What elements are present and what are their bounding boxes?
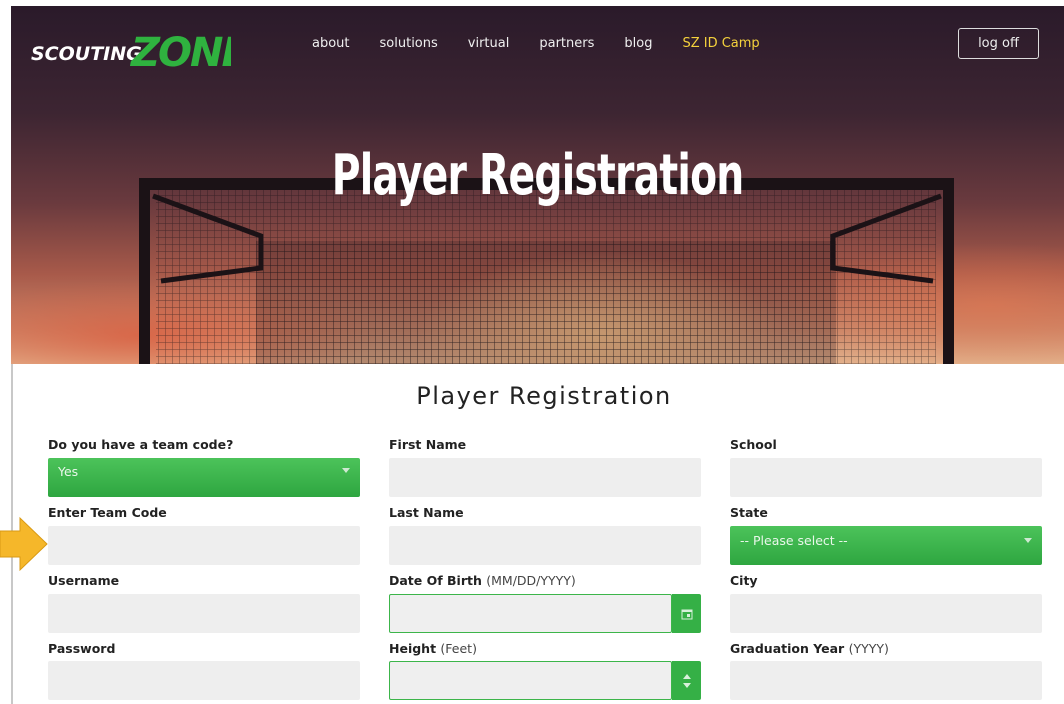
graduation-year-label: Graduation Year (YYYY) [730, 641, 889, 656]
enter-team-code-label: Enter Team Code [48, 505, 167, 520]
date-of-birth-input[interactable] [389, 594, 672, 633]
nav-links: about solutions virtual partners blog SZ… [312, 36, 790, 51]
nav-link-partners[interactable]: partners [539, 36, 594, 51]
calendar-icon [681, 609, 692, 619]
username-input[interactable] [48, 594, 360, 633]
hero-title: Player Registration [331, 143, 745, 208]
height-label-text: Height [389, 641, 437, 656]
log-off-button[interactable]: log off [958, 28, 1039, 59]
school-label: School [730, 437, 777, 452]
height-hint: (Feet) [440, 641, 477, 656]
team-code-select-value: Yes [58, 464, 79, 479]
state-select[interactable]: -- Please select -- [730, 526, 1042, 565]
chevron-up-icon[interactable] [682, 673, 691, 679]
top-navigation: SCOUTING ZONE about solutions virtual pa… [11, 6, 1064, 86]
city-input[interactable] [730, 594, 1042, 633]
team-code-input[interactable] [48, 526, 360, 565]
svg-text:ZONE: ZONE [129, 30, 231, 76]
height-stepper[interactable] [672, 661, 701, 700]
nav-link-solutions[interactable]: solutions [380, 36, 438, 51]
nav-link-sz-id-camp[interactable]: SZ ID Camp [682, 36, 759, 51]
school-input[interactable] [730, 458, 1042, 497]
hero-banner: SCOUTING ZONE about solutions virtual pa… [11, 6, 1064, 364]
scouting-zone-logo[interactable]: SCOUTING ZONE [31, 22, 231, 86]
password-label: Password [48, 641, 116, 656]
chevron-down-icon [342, 468, 350, 473]
first-name-input[interactable] [389, 458, 701, 497]
date-of-birth-label-text: Date Of Birth [389, 573, 482, 588]
graduation-year-hint: (YYYY) [848, 641, 889, 656]
chevron-down-icon[interactable] [682, 682, 691, 688]
calendar-button[interactable] [672, 594, 701, 633]
height-input[interactable] [389, 661, 672, 700]
password-input[interactable] [48, 661, 360, 700]
state-label: State [730, 505, 768, 520]
graduation-year-input[interactable] [730, 661, 1042, 700]
graduation-year-label-text: Graduation Year [730, 641, 845, 656]
city-label: City [730, 573, 758, 588]
form-title: Player Registration [416, 382, 672, 410]
team-code-question-label: Do you have a team code? [48, 437, 234, 452]
nav-link-blog[interactable]: blog [624, 36, 652, 51]
first-name-label: First Name [389, 437, 467, 452]
height-label: Height (Feet) [389, 641, 477, 656]
arrow-pointer-icon [0, 516, 48, 572]
last-name-label: Last Name [389, 505, 464, 520]
state-select-value: -- Please select -- [740, 533, 848, 548]
chevron-down-icon [1024, 538, 1032, 543]
svg-text:SCOUTING: SCOUTING [31, 43, 142, 65]
date-of-birth-hint: (MM/DD/YYYY) [486, 573, 576, 588]
nav-link-about[interactable]: about [312, 36, 350, 51]
team-code-select[interactable]: Yes [48, 458, 360, 497]
date-of-birth-label: Date Of Birth (MM/DD/YYYY) [389, 573, 576, 588]
username-label: Username [48, 573, 120, 588]
nav-link-virtual[interactable]: virtual [468, 36, 510, 51]
last-name-input[interactable] [389, 526, 701, 565]
